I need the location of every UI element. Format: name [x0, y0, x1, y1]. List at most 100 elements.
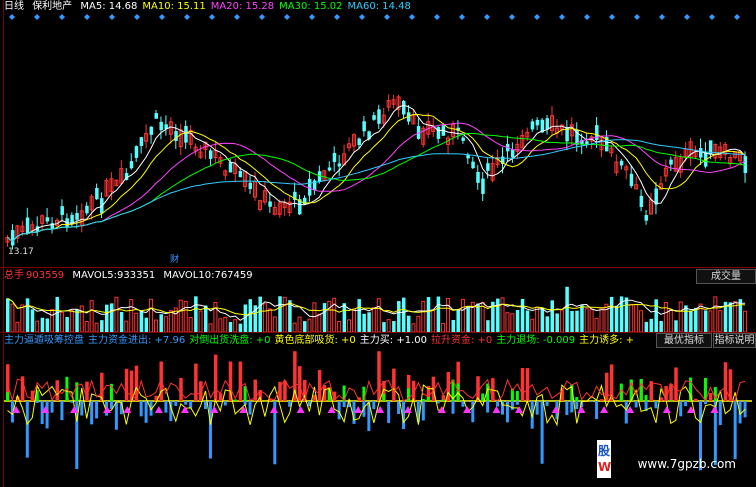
volume-bar — [599, 306, 604, 332]
indicator-bar-green — [441, 399, 445, 401]
volume-bar — [718, 310, 723, 332]
indicator-bar-down — [80, 401, 84, 416]
volume-bar — [159, 314, 163, 332]
volume-bar — [515, 309, 520, 332]
volume-bar — [10, 303, 15, 332]
volume-bar — [134, 312, 139, 332]
candle-body — [25, 217, 30, 234]
volume-bar — [188, 317, 193, 332]
volume-bar — [689, 310, 693, 332]
volume-bar — [59, 311, 64, 332]
volume-bar — [238, 323, 243, 332]
volume-bar — [441, 322, 446, 332]
candle-body — [85, 205, 89, 214]
mavol10-value: 767459 — [214, 270, 253, 281]
volume-bar — [703, 310, 708, 332]
volume-bar — [303, 321, 307, 332]
volume-bar — [708, 310, 713, 332]
volume-bar — [525, 310, 530, 332]
divider-volume-indicator — [0, 332, 756, 333]
marker-diamond — [159, 14, 165, 20]
indicator-header: 主力逼遁吸筹控盘 主力资金进出: +7.96 对倒出货洗盘: +0 黄色底部吸货: +… — [4, 335, 638, 347]
volume-bar — [367, 312, 371, 332]
indicator-bar-up — [194, 363, 198, 401]
indicator-bar-down — [510, 401, 514, 410]
indicator-legend-item: 主力诱多: + — [579, 335, 635, 346]
marker-diamond — [284, 14, 290, 20]
volume-bar — [89, 300, 94, 332]
indicator-bar-down — [144, 401, 148, 423]
indicator-bar-up — [283, 380, 287, 401]
indicator-bar-down — [45, 401, 49, 429]
volume-bar — [436, 296, 441, 332]
candle-body — [481, 178, 485, 194]
volume-bar — [69, 310, 74, 332]
indicator-bar-green — [481, 393, 485, 401]
indicator-bar-down — [515, 401, 519, 405]
indicator-bar-down — [248, 401, 252, 415]
indicator-legend-item: 主力退场: -0.009 — [496, 335, 576, 346]
marker-diamond — [84, 14, 90, 20]
volume-bar — [402, 297, 406, 332]
volume-bar — [609, 296, 614, 332]
candle-body — [476, 171, 480, 183]
volume-bar — [94, 322, 99, 332]
volume-bar — [194, 296, 198, 332]
indicator-bar-down — [114, 401, 118, 430]
volume-bar — [713, 296, 718, 332]
indicator-help-label: 指标说明 — [714, 335, 755, 346]
volume-bar — [292, 322, 297, 332]
volume-bar — [317, 313, 322, 332]
watermark-logo-top: 股 — [598, 444, 611, 458]
candle-body — [184, 125, 188, 143]
indicator-bar-up — [228, 361, 233, 401]
candle-body — [248, 182, 253, 189]
candle-body — [535, 119, 540, 126]
indicator-bar-down — [451, 401, 455, 414]
indicator-help-button[interactable]: 指标说明 — [713, 333, 756, 348]
volume-chart[interactable] — [0, 282, 756, 332]
ma-legend-item: MA10: 15.11 — [142, 1, 206, 12]
indicator-bar-up — [30, 390, 35, 401]
watermark-site: www.7gpzb.com — [637, 457, 736, 471]
candle-body — [377, 109, 381, 124]
volume-bar — [233, 319, 238, 332]
marker-diamond — [209, 14, 215, 20]
volume-bar — [545, 316, 550, 332]
volume-bar — [40, 317, 45, 332]
candle-body — [362, 121, 366, 132]
volume-bar — [25, 298, 30, 332]
period-label[interactable]: 日线 — [4, 1, 24, 12]
volume-bar — [248, 299, 253, 332]
ma-legend-item: MA60: 14.48 — [347, 1, 411, 12]
volume-bar — [228, 322, 233, 332]
volume-bar — [382, 322, 386, 332]
price-chart[interactable] — [0, 12, 756, 268]
volume-bar — [426, 297, 431, 332]
candle-body — [154, 113, 158, 119]
volume-bar — [535, 306, 540, 332]
finance-marker[interactable]: 财 — [170, 252, 179, 265]
volume-bar — [322, 303, 327, 332]
volume-bar — [649, 318, 653, 332]
indicator-bar-green — [575, 397, 579, 401]
indicator-bar-down — [496, 401, 500, 407]
indicator-legend-item: 黄色底部吸货: +0 — [274, 335, 356, 346]
volume-bar — [674, 320, 678, 332]
watermark-logo: 股 W — [597, 440, 611, 478]
candle-body — [139, 137, 144, 146]
best-indicator-button[interactable]: 最优指标 — [656, 333, 712, 348]
indicator-bar-down — [223, 401, 227, 406]
indicator-bar-down — [35, 401, 39, 403]
indicator-bar-green — [515, 391, 519, 401]
marker-diamond — [584, 14, 590, 20]
signal-triangle — [180, 406, 189, 413]
ma-legend: MA5: 14.68 MA10: 15.11 MA20: 15.28 MA30: 15… — [80, 1, 416, 12]
volume-bar — [684, 305, 688, 332]
indicator-bar-up — [298, 366, 302, 401]
ma-legend-item: MA30: 15.02 — [279, 1, 343, 12]
candle-body — [357, 138, 361, 146]
marker-diamond — [34, 14, 40, 20]
volume-bar — [639, 310, 644, 332]
signal-triangle — [710, 406, 719, 413]
